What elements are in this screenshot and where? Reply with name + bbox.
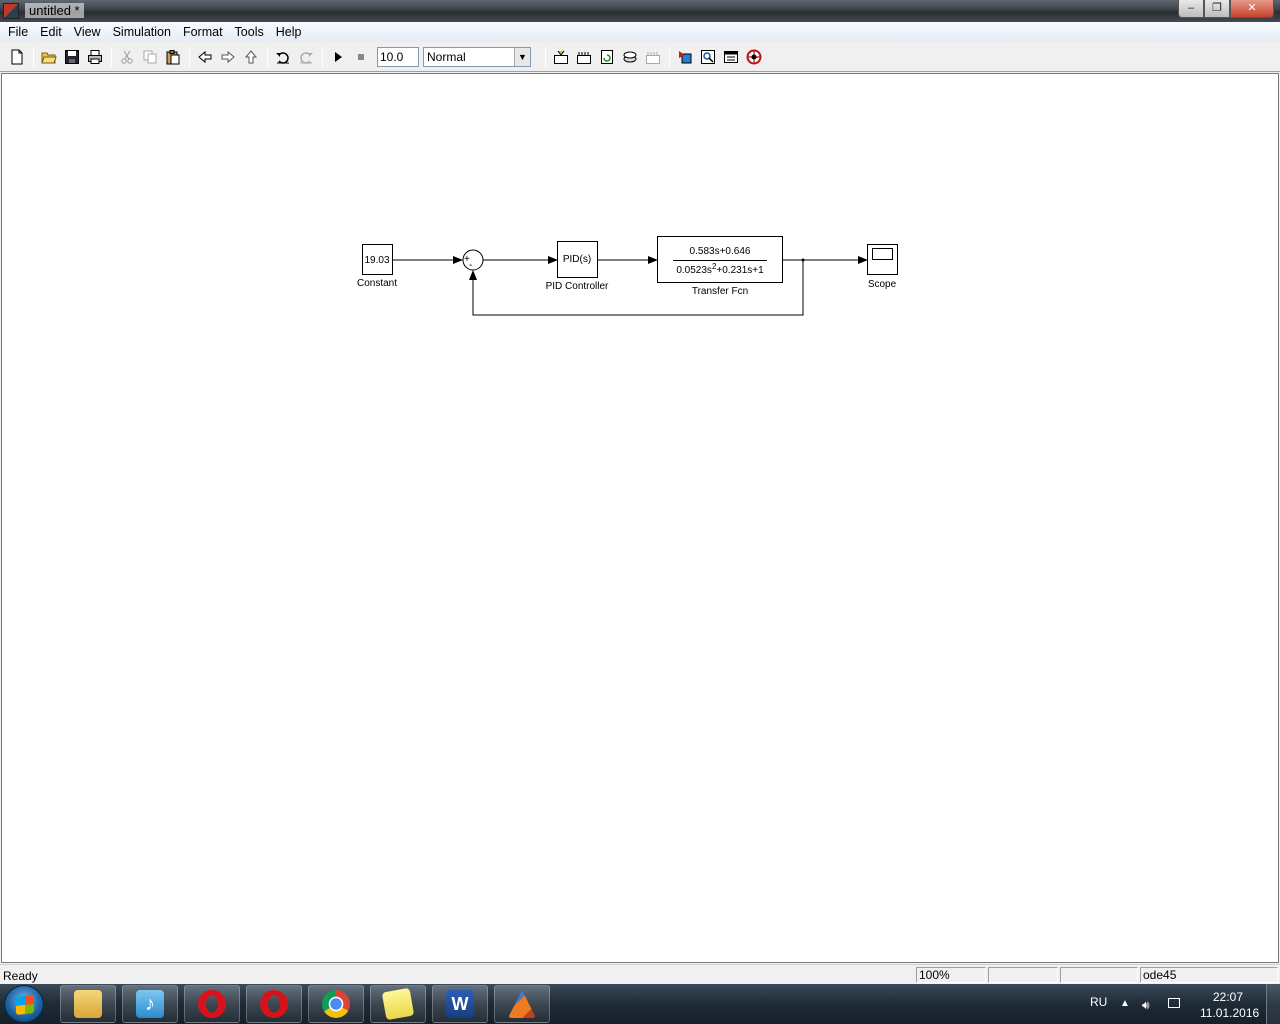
language-indicator[interactable]: RU [1090, 995, 1107, 1009]
minimize-button[interactable]: ‒ [1178, 0, 1204, 18]
zoom-level: 100% [916, 967, 986, 983]
close-button[interactable]: ✕ [1230, 0, 1274, 18]
menu-format[interactable]: Format [177, 22, 229, 42]
library-browser-icon[interactable] [619, 46, 641, 68]
title-bar: untitled * ‒ ❐ ✕ [0, 0, 1280, 22]
chevron-down-icon[interactable]: ▼ [514, 47, 530, 66]
menu-tools[interactable]: Tools [229, 22, 270, 42]
menu-view[interactable]: View [68, 22, 107, 42]
transfer-fcn-block[interactable]: 0.583s+0.646 0.0523s2+0.231s+1 Transfer … [657, 236, 783, 298]
taskbar-sticky-notes[interactable] [370, 985, 426, 1023]
status-text: Ready [3, 969, 38, 983]
window-controls: ‒ ❐ ✕ [1178, 0, 1274, 18]
taskbar-music-app[interactable]: ♪ [122, 985, 178, 1023]
matlab-icon [508, 990, 536, 1018]
pid-block-label: PID Controller [546, 281, 609, 292]
stop-simulation-icon[interactable] [350, 46, 372, 68]
folder-icon [74, 990, 102, 1018]
solver-name: ode45 [1140, 967, 1278, 983]
model-explorer-icon[interactable] [642, 46, 664, 68]
taskbar-chrome[interactable] [308, 985, 364, 1023]
search-model-icon[interactable] [697, 46, 719, 68]
menu-edit[interactable]: Edit [34, 22, 68, 42]
status-cell [1060, 967, 1138, 983]
toolbar-separator [111, 46, 112, 67]
toolbar: Normal ▼ [0, 42, 1280, 72]
paste-icon[interactable] [162, 46, 184, 68]
windows-logo-icon [16, 995, 34, 1015]
simulation-mode-select[interactable]: Normal ▼ [423, 46, 531, 67]
debugger-icon[interactable] [674, 46, 696, 68]
toolbar-separator [33, 46, 34, 67]
status-bar: Ready 100% ode45 [0, 964, 1280, 984]
music-note-icon: ♪ [136, 990, 164, 1018]
back-icon[interactable] [194, 46, 216, 68]
print-icon[interactable] [84, 46, 106, 68]
scope-block[interactable]: Scope [867, 244, 898, 291]
model-properties-icon[interactable] [720, 46, 742, 68]
simulation-mode-value: Normal [427, 49, 466, 64]
build-icon[interactable] [550, 46, 572, 68]
opera-icon [198, 990, 226, 1018]
new-file-icon[interactable] [6, 46, 28, 68]
transfer-fcn-denominator: 0.0523s2+0.231s+1 [676, 262, 764, 276]
sum-block[interactable]: + - [462, 249, 484, 271]
transfer-fcn-numerator: 0.583s+0.646 [690, 246, 751, 257]
redo-icon[interactable] [295, 46, 317, 68]
network-icon[interactable] [1168, 998, 1180, 1008]
sticky-notes-icon [381, 987, 415, 1021]
constant-label: Constant [357, 278, 397, 289]
word-icon: W [446, 990, 474, 1018]
taskbar-file-explorer[interactable] [60, 985, 116, 1023]
volume-icon[interactable]: 🔊︎ [1142, 998, 1154, 1012]
constant-value: 19.03 [364, 255, 389, 266]
taskbar: ♪ W RU ▲ 🔊︎ 22:07 11.01.2016 [0, 984, 1280, 1024]
toolbar-separator [545, 46, 546, 67]
clock-time[interactable]: 22:07 [1213, 990, 1243, 1004]
taskbar-word[interactable]: W [432, 985, 488, 1023]
taskbar-opera[interactable] [184, 985, 240, 1023]
menu-file[interactable]: File [2, 22, 34, 42]
pid-controller-block[interactable]: PID(s) PID Controller [546, 241, 609, 293]
sum-minus-sign: - [469, 260, 472, 271]
save-icon[interactable] [61, 46, 83, 68]
constant-block[interactable]: 19.03 Constant [357, 244, 397, 290]
model-canvas[interactable]: 19.03 Constant + - PID(s) PID Controller… [1, 73, 1279, 963]
start-button[interactable] [4, 985, 44, 1023]
help-icon[interactable] [743, 46, 765, 68]
toolbar-separator [267, 46, 268, 67]
forward-icon[interactable] [217, 46, 239, 68]
stop-time-input[interactable] [377, 46, 419, 67]
pid-block-text: PID(s) [563, 254, 591, 265]
window-title: untitled * [25, 3, 84, 18]
menu-help[interactable]: Help [270, 22, 308, 42]
toolbar-separator [189, 46, 190, 67]
scope-label: Scope [868, 279, 897, 290]
update-diagram-icon[interactable] [573, 46, 595, 68]
toolbar-separator [322, 46, 323, 67]
undo-icon[interactable] [272, 46, 294, 68]
transfer-fcn-label: Transfer Fcn [692, 286, 748, 297]
toolbar-separator [669, 46, 670, 67]
show-hidden-icons-icon[interactable]: ▲ [1120, 998, 1132, 1010]
taskbar-opera[interactable] [246, 985, 302, 1023]
up-icon[interactable] [240, 46, 262, 68]
status-cell [988, 967, 1058, 983]
show-desktop-button[interactable] [1266, 984, 1280, 1024]
refresh-icon[interactable] [596, 46, 618, 68]
chrome-icon [322, 990, 350, 1018]
cut-icon[interactable] [116, 46, 138, 68]
start-simulation-icon[interactable] [327, 46, 349, 68]
block-diagram: 19.03 Constant + - PID(s) PID Controller… [357, 236, 898, 316]
clock-date[interactable]: 11.01.2016 [1200, 1006, 1259, 1020]
maximize-button[interactable]: ❐ [1204, 0, 1230, 18]
menu-simulation[interactable]: Simulation [107, 22, 177, 42]
menu-bar: File Edit View Simulation Format Tools H… [0, 22, 1280, 42]
copy-icon[interactable] [139, 46, 161, 68]
opera-icon [260, 990, 288, 1018]
simulink-app-icon[interactable] [3, 3, 19, 19]
open-icon[interactable] [38, 46, 60, 68]
taskbar-matlab[interactable] [494, 985, 550, 1023]
